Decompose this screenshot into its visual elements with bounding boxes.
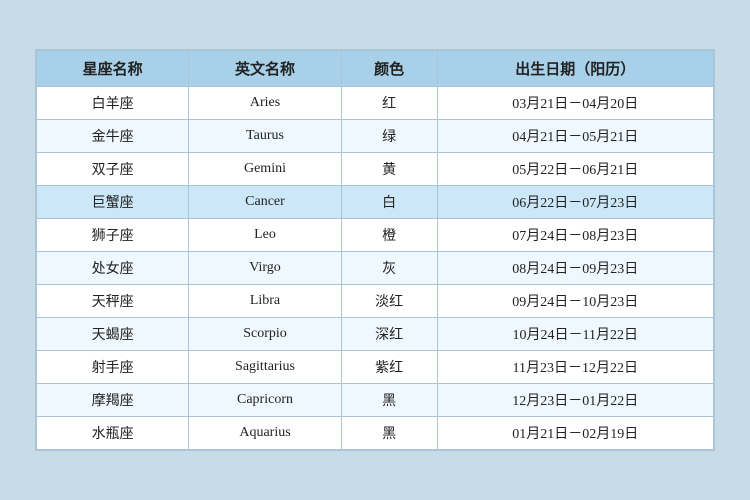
- english-name: Gemini: [189, 153, 341, 186]
- english-name: Virgo: [189, 252, 341, 285]
- table-row: 天蝎座Scorpio深红10月24日－11月22日: [37, 318, 714, 351]
- english-name: Aquarius: [189, 417, 341, 450]
- column-header: 星座名称: [37, 51, 189, 87]
- column-header: 出生日期（阳历）: [437, 51, 713, 87]
- table-header-row: 星座名称英文名称颜色出生日期（阳历）: [37, 51, 714, 87]
- chinese-name: 白羊座: [37, 87, 189, 120]
- chinese-name: 摩羯座: [37, 384, 189, 417]
- chinese-name: 天蝎座: [37, 318, 189, 351]
- column-header: 颜色: [341, 51, 437, 87]
- zodiac-table-container: 星座名称英文名称颜色出生日期（阳历） 白羊座Aries红03月21日－04月20…: [35, 49, 715, 451]
- english-name: Capricorn: [189, 384, 341, 417]
- table-row: 摩羯座Capricorn黑12月23日－01月22日: [37, 384, 714, 417]
- date-range: 10月24日－11月22日: [437, 318, 713, 351]
- table-row: 狮子座Leo橙07月24日－08月23日: [37, 219, 714, 252]
- english-name: Leo: [189, 219, 341, 252]
- date-range: 01月21日－02月19日: [437, 417, 713, 450]
- chinese-name: 处女座: [37, 252, 189, 285]
- chinese-name: 双子座: [37, 153, 189, 186]
- color-name: 白: [341, 186, 437, 219]
- table-row: 处女座Virgo灰08月24日－09月23日: [37, 252, 714, 285]
- date-range: 04月21日－05月21日: [437, 120, 713, 153]
- color-name: 深红: [341, 318, 437, 351]
- table-row: 金牛座Taurus绿04月21日－05月21日: [37, 120, 714, 153]
- chinese-name: 射手座: [37, 351, 189, 384]
- date-range: 09月24日－10月23日: [437, 285, 713, 318]
- color-name: 绿: [341, 120, 437, 153]
- color-name: 橙: [341, 219, 437, 252]
- date-range: 03月21日－04月20日: [437, 87, 713, 120]
- english-name: Aries: [189, 87, 341, 120]
- chinese-name: 狮子座: [37, 219, 189, 252]
- chinese-name: 巨蟹座: [37, 186, 189, 219]
- table-row: 水瓶座Aquarius黑01月21日－02月19日: [37, 417, 714, 450]
- date-range: 05月22日－06月21日: [437, 153, 713, 186]
- english-name: Scorpio: [189, 318, 341, 351]
- color-name: 黑: [341, 417, 437, 450]
- date-range: 08月24日－09月23日: [437, 252, 713, 285]
- table-row: 巨蟹座Cancer白06月22日－07月23日: [37, 186, 714, 219]
- column-header: 英文名称: [189, 51, 341, 87]
- color-name: 黑: [341, 384, 437, 417]
- color-name: 紫红: [341, 351, 437, 384]
- english-name: Libra: [189, 285, 341, 318]
- date-range: 07月24日－08月23日: [437, 219, 713, 252]
- color-name: 淡红: [341, 285, 437, 318]
- chinese-name: 天秤座: [37, 285, 189, 318]
- color-name: 红: [341, 87, 437, 120]
- color-name: 黄: [341, 153, 437, 186]
- chinese-name: 金牛座: [37, 120, 189, 153]
- table-row: 双子座Gemini黄05月22日－06月21日: [37, 153, 714, 186]
- table-row: 天秤座Libra淡红09月24日－10月23日: [37, 285, 714, 318]
- date-range: 12月23日－01月22日: [437, 384, 713, 417]
- zodiac-table: 星座名称英文名称颜色出生日期（阳历） 白羊座Aries红03月21日－04月20…: [36, 50, 714, 450]
- color-name: 灰: [341, 252, 437, 285]
- english-name: Sagittarius: [189, 351, 341, 384]
- date-range: 11月23日－12月22日: [437, 351, 713, 384]
- table-row: 白羊座Aries红03月21日－04月20日: [37, 87, 714, 120]
- english-name: Cancer: [189, 186, 341, 219]
- english-name: Taurus: [189, 120, 341, 153]
- table-row: 射手座Sagittarius紫红11月23日－12月22日: [37, 351, 714, 384]
- date-range: 06月22日－07月23日: [437, 186, 713, 219]
- chinese-name: 水瓶座: [37, 417, 189, 450]
